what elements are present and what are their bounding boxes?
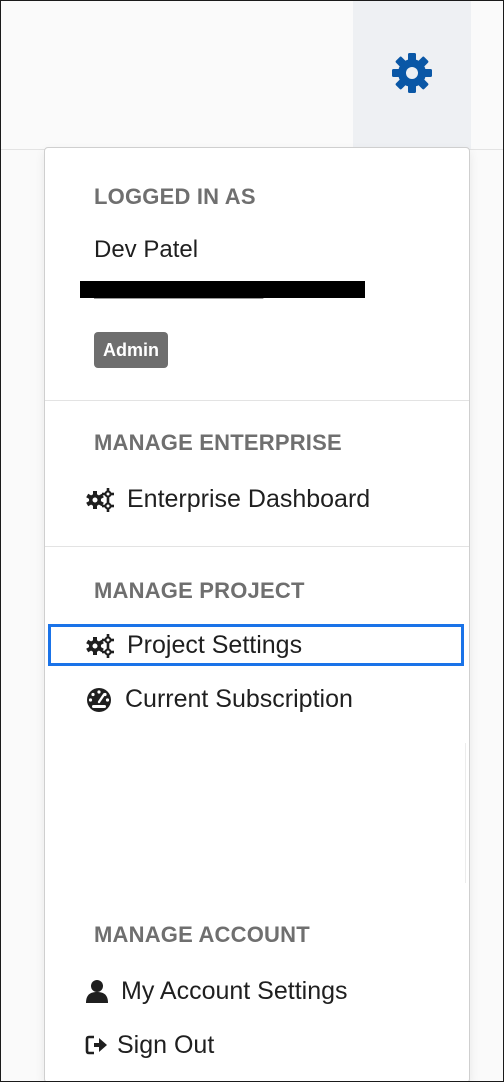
user-name: Dev Patel <box>94 236 199 263</box>
logged-in-heading: LOGGED IN AS <box>94 184 256 209</box>
my-account-settings-item[interactable]: My Account Settings <box>85 970 348 1012</box>
tachometer-icon <box>85 686 113 712</box>
app-frame: LOGGED IN AS Dev Patel ▁▁▁▁▁▁▁▁▁▁ Admin … <box>0 0 504 1082</box>
role-badge: Admin <box>94 332 168 368</box>
sign-out-label: Sign Out <box>117 1030 215 1059</box>
user-dropdown-menu: LOGGED IN AS Dev Patel ▁▁▁▁▁▁▁▁▁▁ Admin … <box>44 147 470 1081</box>
manage-project-heading: MANAGE PROJECT <box>94 578 305 603</box>
project-settings-item[interactable]: Project Settings <box>85 624 302 666</box>
current-subscription-label: Current Subscription <box>125 684 353 713</box>
manage-enterprise-heading: MANAGE ENTERPRISE <box>94 430 342 455</box>
cogs-icon <box>85 486 115 512</box>
section-divider <box>45 546 469 547</box>
top-bar <box>1 1 503 149</box>
manage-account-heading: MANAGE ACCOUNT <box>94 922 310 947</box>
section-divider <box>45 400 469 401</box>
project-settings-label: Project Settings <box>127 630 303 659</box>
current-subscription-item[interactable]: Current Subscription <box>85 678 353 720</box>
sign-out-item[interactable]: Sign Out <box>85 1024 214 1066</box>
my-account-settings-label: My Account Settings <box>121 976 348 1005</box>
settings-button[interactable] <box>353 1 471 149</box>
enterprise-dashboard-label: Enterprise Dashboard <box>127 484 371 513</box>
user-icon <box>85 978 109 1004</box>
cogs-icon <box>85 632 115 658</box>
enterprise-dashboard-item[interactable]: Enterprise Dashboard <box>85 478 370 520</box>
scroll-track-line <box>465 743 466 883</box>
sign-out-icon <box>85 1033 109 1057</box>
email-redaction-bar <box>80 281 365 298</box>
gear-icon <box>392 53 432 93</box>
